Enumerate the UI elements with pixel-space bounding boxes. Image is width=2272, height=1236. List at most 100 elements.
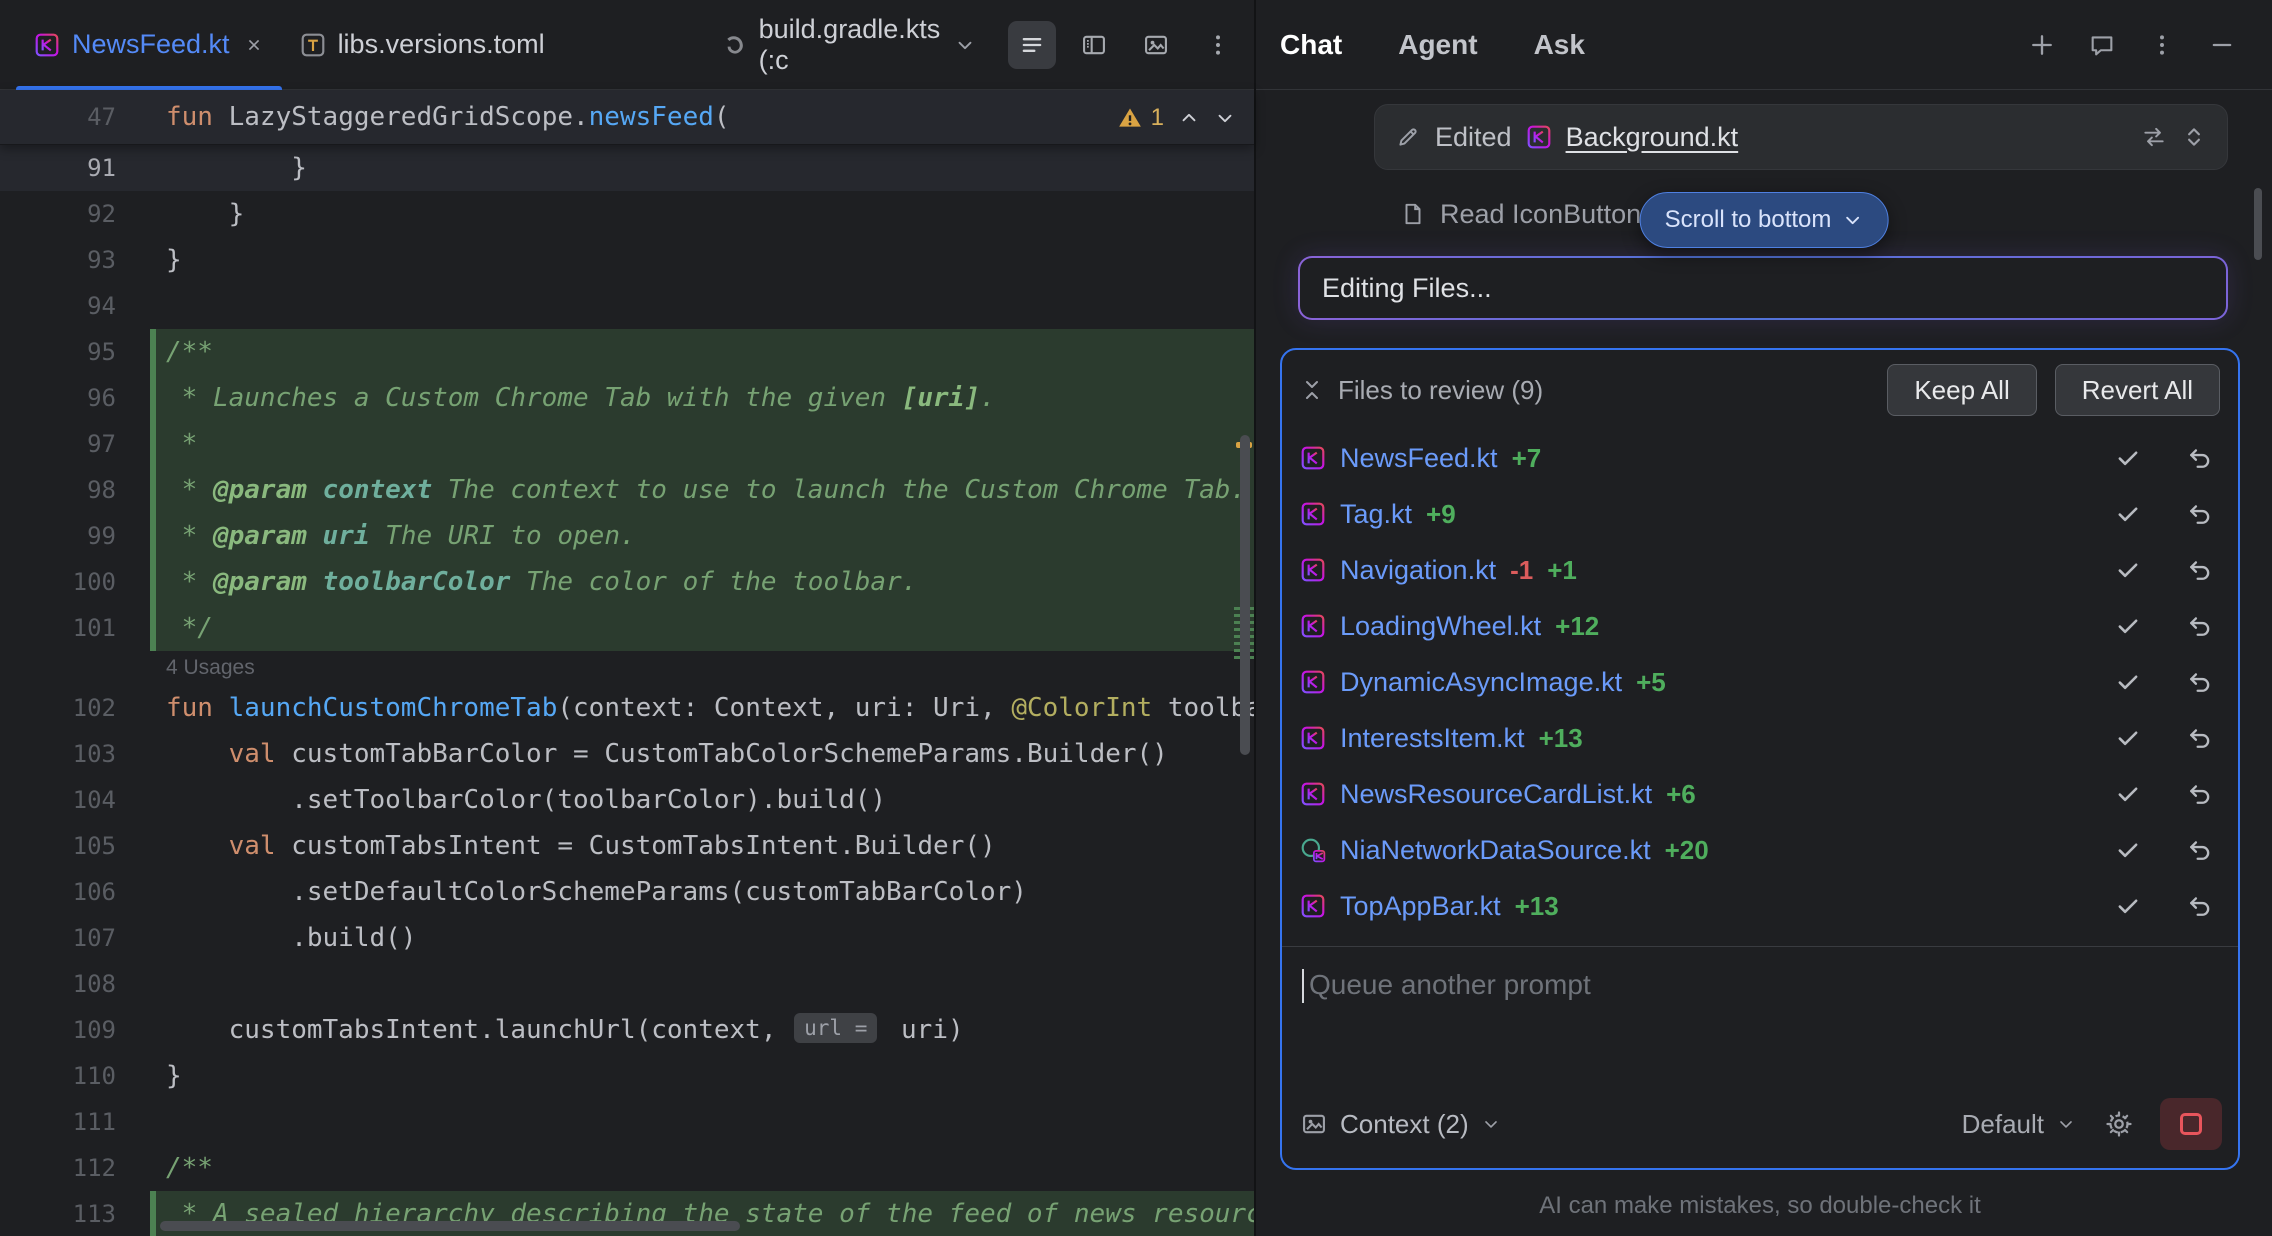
line-number[interactable]: 113 (0, 1191, 150, 1236)
model-chevron-icon[interactable] (2056, 1114, 2076, 1134)
revert-file-button[interactable] (2186, 780, 2214, 808)
code-line-91[interactable]: 91 } (0, 145, 1254, 191)
line-number[interactable]: 104 (0, 777, 150, 823)
code-line-103[interactable]: 103 val customTabBarColor = CustomTabCol… (0, 731, 1254, 777)
line-number[interactable]: 100 (0, 559, 150, 605)
previous-problem-icon[interactable] (1178, 107, 1200, 129)
split-editor-icon[interactable] (1070, 21, 1118, 69)
code-line-112[interactable]: 112/** (0, 1145, 1254, 1191)
scroll-to-bottom-button[interactable]: Scroll to bottom (1640, 192, 1889, 248)
file-review-row-topappbar-kt[interactable]: TopAppBar.kt+13 (1300, 878, 2220, 934)
file-link[interactable]: TopAppBar.kt (1340, 891, 1501, 922)
usages-inlay-hint[interactable]: 4 Usages (0, 651, 1254, 685)
file-review-row-newsfeed-kt[interactable]: NewsFeed.kt+7 (1300, 430, 2220, 486)
line-number[interactable]: 92 (0, 191, 150, 237)
new-chat-icon[interactable] (2028, 31, 2056, 59)
file-review-row-navigation-kt[interactable]: Navigation.kt-1+1 (1300, 542, 2220, 598)
code-line-109[interactable]: 109 customTabsIntent.launchUrl(context, … (0, 1007, 1254, 1053)
chat-scrollbar[interactable] (2254, 188, 2262, 260)
editor-tab-libs-versions-toml[interactable]: libs.versions.toml (282, 0, 563, 90)
chat-tab-ask[interactable]: Ask (1534, 0, 1585, 90)
edited-file-link[interactable]: Background.kt (1566, 122, 1739, 153)
accept-file-button[interactable] (2114, 724, 2142, 752)
editor-tab-newsfeed-kt[interactable]: NewsFeed.kt (16, 0, 282, 90)
line-number[interactable]: 105 (0, 823, 150, 869)
file-link[interactable]: NiaNetworkDataSource.kt (1340, 835, 1651, 866)
context-selector[interactable]: Context (2) (1340, 1109, 1469, 1140)
stop-generation-button[interactable] (2160, 1098, 2222, 1150)
file-link[interactable]: Tag.kt (1340, 499, 1412, 530)
more-options-icon[interactable] (2148, 31, 2176, 59)
editor-tab-build-gradle-kts-c[interactable]: build.gradle.kts (:c (701, 0, 995, 90)
chevron-down-icon[interactable] (954, 34, 976, 56)
attach-image-icon[interactable] (1300, 1110, 1328, 1138)
revert-file-button[interactable] (2186, 668, 2214, 696)
line-number[interactable]: 108 (0, 961, 150, 1007)
file-review-row-newsresourcecardlist-kt[interactable]: NewsResourceCardList.kt+6 (1300, 766, 2220, 822)
code-line-95[interactable]: 95/** (0, 329, 1254, 375)
edited-file-card[interactable]: Edited Background.kt (1374, 104, 2228, 170)
accept-file-button[interactable] (2114, 836, 2142, 864)
code-line-99[interactable]: 99 * @param uri The URI to open. (0, 513, 1254, 559)
revert-file-button[interactable] (2186, 444, 2214, 472)
line-number[interactable]: 101 (0, 605, 150, 651)
prompt-input[interactable]: Queue another prompt (1282, 947, 2238, 1096)
line-number[interactable]: 111 (0, 1099, 150, 1145)
file-link[interactable]: NewsResourceCardList.kt (1340, 779, 1652, 810)
line-number[interactable]: 103 (0, 731, 150, 777)
code-line-101[interactable]: 101 */ (0, 605, 1254, 651)
file-link[interactable]: LoadingWheel.kt (1340, 611, 1541, 642)
revert-file-button[interactable] (2186, 892, 2214, 920)
code-line-106[interactable]: 106 .setDefaultColorSchemeParams(customT… (0, 869, 1254, 915)
code-line-110[interactable]: 110} (0, 1053, 1254, 1099)
keep-all-button[interactable]: Keep All (1887, 364, 2036, 416)
file-link[interactable]: DynamicAsyncImage.kt (1340, 667, 1622, 698)
file-review-row-tag-kt[interactable]: Tag.kt+9 (1300, 486, 2220, 542)
code-line-96[interactable]: 96 * Launches a Custom Chrome Tab with t… (0, 375, 1254, 421)
chat-tab-chat[interactable]: Chat (1280, 0, 1342, 90)
next-problem-icon[interactable] (1214, 107, 1236, 129)
code-line-94[interactable]: 94 (0, 283, 1254, 329)
editor-vertical-scrollbar[interactable] (1240, 435, 1250, 755)
line-number[interactable]: 110 (0, 1053, 150, 1099)
file-review-row-dynamicasyncimage-kt[interactable]: DynamicAsyncImage.kt+5 (1300, 654, 2220, 710)
accept-file-button[interactable] (2114, 500, 2142, 528)
revert-file-button[interactable] (2186, 836, 2214, 864)
code-line-100[interactable]: 100 * @param toolbarColor The color of t… (0, 559, 1254, 605)
accept-file-button[interactable] (2114, 780, 2142, 808)
context-chevron-icon[interactable] (1481, 1114, 1501, 1134)
line-number[interactable]: 107 (0, 915, 150, 961)
line-number[interactable]: 99 (0, 513, 150, 559)
revert-file-button[interactable] (2186, 556, 2214, 584)
file-review-row-nianetworkdatasource-kt[interactable]: NiaNetworkDataSource.kt+20 (1300, 822, 2220, 878)
revert-file-button[interactable] (2186, 500, 2214, 528)
line-number[interactable]: 91 (0, 145, 150, 191)
close-tab-icon[interactable] (244, 35, 264, 55)
line-number[interactable]: 94 (0, 283, 150, 329)
code-line-111[interactable]: 111 (0, 1099, 1254, 1145)
line-number[interactable]: 112 (0, 1145, 150, 1191)
file-link[interactable]: InterestsItem.kt (1340, 723, 1525, 754)
code-line-108[interactable]: 108 (0, 961, 1254, 1007)
line-number[interactable]: 96 (0, 375, 150, 421)
chat-history-icon[interactable] (2088, 31, 2116, 59)
accept-file-button[interactable] (2114, 444, 2142, 472)
code-line-98[interactable]: 98 * @param context The context to use t… (0, 467, 1254, 513)
file-review-row-interestsitem-kt[interactable]: InterestsItem.kt+13 (1300, 710, 2220, 766)
file-review-row-loadingwheel-kt[interactable]: LoadingWheel.kt+12 (1300, 598, 2220, 654)
screenshot-icon[interactable] (1132, 21, 1180, 69)
expand-card-icon[interactable] (2181, 124, 2207, 150)
line-number[interactable]: 109 (0, 1007, 150, 1053)
revert-all-button[interactable]: Revert All (2055, 364, 2220, 416)
structure-view-icon[interactable] (1008, 21, 1056, 69)
open-diff-icon[interactable] (2141, 124, 2167, 150)
code-line-92[interactable]: 92 } (0, 191, 1254, 237)
hide-panel-icon[interactable] (2208, 31, 2236, 59)
code-line-107[interactable]: 107 .build() (0, 915, 1254, 961)
editor-horizontal-scrollbar[interactable] (160, 1221, 740, 1231)
line-number[interactable]: 93 (0, 237, 150, 283)
file-link[interactable]: Navigation.kt (1340, 555, 1496, 586)
line-number[interactable]: 102 (0, 685, 150, 731)
chat-tab-agent[interactable]: Agent (1398, 0, 1477, 90)
settings-gear-icon[interactable] (2104, 1109, 2134, 1139)
